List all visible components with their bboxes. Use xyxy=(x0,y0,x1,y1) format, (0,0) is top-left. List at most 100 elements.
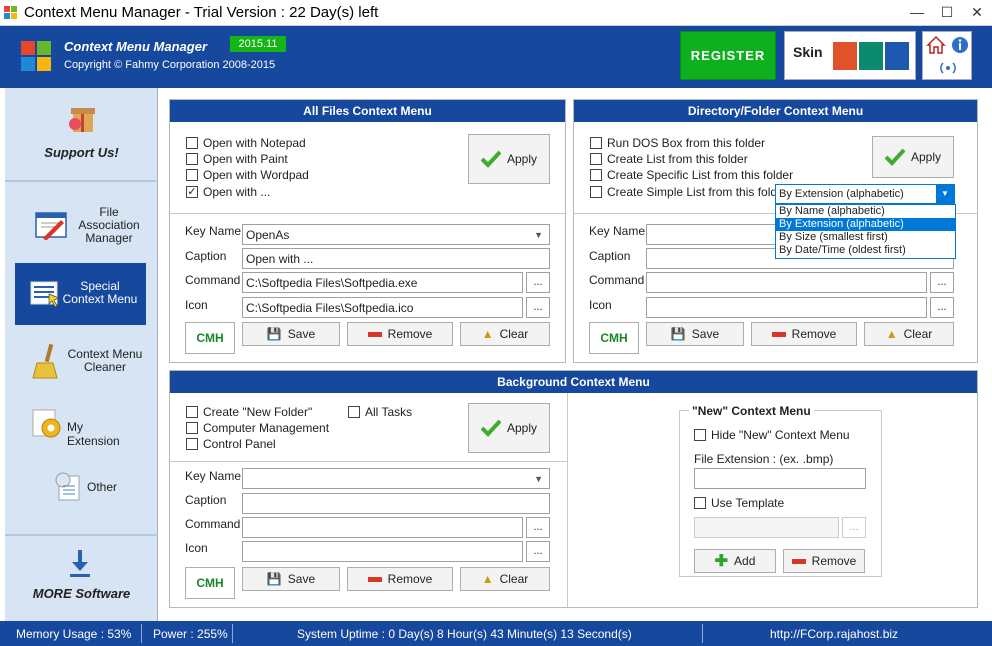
sort-option-size[interactable]: By Size (smallest first) xyxy=(776,231,955,244)
browse-command-button[interactable]: ... xyxy=(526,517,550,538)
sort-dropdown-list: By Name (alphabetic) By Extension (alpha… xyxy=(775,204,956,259)
checkbox[interactable] xyxy=(694,497,706,509)
sort-option-name[interactable]: By Name (alphabetic) xyxy=(776,205,955,218)
checkbox[interactable] xyxy=(186,169,198,181)
command-input[interactable] xyxy=(242,517,523,538)
more-software-item[interactable]: MORE Software xyxy=(5,536,158,621)
checkbox-checked[interactable]: ✓ xyxy=(186,186,198,198)
template-input[interactable] xyxy=(694,517,839,538)
option-create-simple-list[interactable]: Create Simple List from this folder xyxy=(590,184,788,200)
sidebar-item-special-context-menu[interactable]: Special Context Menu xyxy=(15,263,146,325)
sidebar-item-my-extension[interactable]: My Extension xyxy=(15,398,146,460)
clear-button[interactable]: ▲ Clear xyxy=(864,322,954,346)
browse-icon-button[interactable]: ... xyxy=(526,541,550,562)
key-name-dropdown[interactable]: OpenAs ▼ xyxy=(242,224,550,245)
option-open-with-notepad[interactable]: Open with Notepad xyxy=(186,135,306,151)
checkbox[interactable] xyxy=(186,137,198,149)
browse-command-button[interactable]: ... xyxy=(526,272,550,293)
caption-label: Caption xyxy=(185,493,227,507)
checkbox[interactable] xyxy=(590,153,602,165)
clear-button[interactable]: ▲ Clear xyxy=(460,322,550,346)
home-icon[interactable] xyxy=(926,35,946,55)
apply-button[interactable]: Apply xyxy=(872,136,954,178)
maximize-button[interactable]: ☐ xyxy=(932,0,962,26)
status-divider xyxy=(702,624,703,643)
skin-swatch-blue[interactable] xyxy=(885,42,909,70)
save-button[interactable]: 💾 Save xyxy=(242,567,340,591)
skin-swatch-green[interactable] xyxy=(859,42,883,70)
file-association-icon xyxy=(35,212,67,240)
signal-icon[interactable] xyxy=(938,59,958,77)
sort-dropdown[interactable]: By Extension (alphabetic) ▼ xyxy=(775,184,955,204)
remove-button[interactable]: Remove xyxy=(347,567,453,591)
option-all-tasks[interactable]: All Tasks xyxy=(348,404,412,420)
version-badge: 2015.11 xyxy=(230,36,286,52)
special-context-menu-icon xyxy=(30,281,60,308)
save-button[interactable]: 💾 Save xyxy=(646,322,744,346)
skin-swatch-orange[interactable] xyxy=(833,42,857,70)
sidebar-item-other[interactable]: Other xyxy=(15,458,146,520)
caption-input[interactable] xyxy=(242,493,550,514)
option-open-with-wordpad[interactable]: Open with Wordpad xyxy=(186,167,309,183)
icon-input[interactable] xyxy=(646,297,927,318)
checkbox[interactable] xyxy=(186,422,198,434)
option-open-with-paint[interactable]: Open with Paint xyxy=(186,151,288,167)
new-remove-button[interactable]: Remove xyxy=(783,549,865,573)
website-link[interactable]: http://FCorp.rajahost.biz xyxy=(770,626,898,642)
chevron-down-icon: ▼ xyxy=(936,185,954,203)
command-input[interactable] xyxy=(646,272,927,293)
browse-icon-button[interactable]: ... xyxy=(526,297,550,318)
icon-input[interactable] xyxy=(242,541,523,562)
option-computer-management[interactable]: Computer Management xyxy=(186,420,329,436)
option-use-template[interactable]: Use Template xyxy=(694,495,784,511)
option-hide-new-menu[interactable]: Hide "New" Context Menu xyxy=(694,427,850,443)
checkbox[interactable] xyxy=(590,186,602,198)
info-icon[interactable] xyxy=(950,35,970,55)
checkbox[interactable] xyxy=(590,169,602,181)
cmh-button[interactable]: CMH xyxy=(185,322,235,354)
apply-button[interactable]: Apply xyxy=(468,403,550,453)
option-run-dos-box[interactable]: Run DOS Box from this folder xyxy=(590,135,765,151)
checkbox[interactable] xyxy=(694,429,706,441)
browse-template-button[interactable]: ... xyxy=(842,517,866,538)
panel-title: All Files Context Menu xyxy=(170,100,565,122)
clear-button[interactable]: ▲ Clear xyxy=(460,567,550,591)
option-create-list[interactable]: Create List from this folder xyxy=(590,151,748,167)
sidebar-item-label: File Association Manager xyxy=(78,205,140,245)
register-button[interactable]: REGISTER xyxy=(680,31,776,80)
checkbox[interactable] xyxy=(186,153,198,165)
command-input[interactable]: C:\Softpedia Files\Softpedia.exe xyxy=(242,272,523,293)
checkbox[interactable] xyxy=(348,406,360,418)
key-name-label: Key Name xyxy=(589,224,646,238)
divider xyxy=(170,461,567,462)
remove-button[interactable]: Remove xyxy=(751,322,857,346)
support-us-item[interactable]: Support Us! xyxy=(5,88,158,180)
cmh-button[interactable]: CMH xyxy=(185,567,235,599)
apply-button[interactable]: Apply xyxy=(468,134,550,184)
sort-option-extension[interactable]: By Extension (alphabetic) xyxy=(776,218,955,231)
minimize-button[interactable]: — xyxy=(902,0,932,26)
sidebar-item-context-menu-cleaner[interactable]: Context Menu Cleaner xyxy=(15,333,146,395)
option-control-panel[interactable]: Control Panel xyxy=(186,436,276,452)
sort-option-date[interactable]: By Date/Time (oldest first) xyxy=(776,244,955,257)
icon-input[interactable]: C:\Softpedia Files\Softpedia.ico xyxy=(242,297,523,318)
close-button[interactable]: ✕ xyxy=(962,0,992,26)
download-icon xyxy=(70,550,90,577)
remove-button[interactable]: Remove xyxy=(347,322,453,346)
checkbox[interactable] xyxy=(590,137,602,149)
sidebar-item-file-association[interactable]: File Association Manager xyxy=(15,198,146,260)
browse-icon-button[interactable]: ... xyxy=(930,297,954,318)
caption-input[interactable]: Open with ... xyxy=(242,248,550,269)
key-name-dropdown[interactable]: ▼ xyxy=(242,468,550,489)
option-open-with-other[interactable]: ✓ Open with ... xyxy=(186,184,270,200)
key-name-label: Key Name xyxy=(185,469,242,483)
option-create-specific-list[interactable]: Create Specific List from this folder xyxy=(590,167,793,183)
option-create-new-folder[interactable]: Create "New Folder" xyxy=(186,404,312,420)
save-button[interactable]: 💾 Save xyxy=(242,322,340,346)
add-button[interactable]: ✚ Add xyxy=(694,549,776,573)
checkbox[interactable] xyxy=(186,406,198,418)
browse-command-button[interactable]: ... xyxy=(930,272,954,293)
file-extension-input[interactable] xyxy=(694,468,866,489)
checkbox[interactable] xyxy=(186,438,198,450)
cmh-button[interactable]: CMH xyxy=(589,322,639,354)
